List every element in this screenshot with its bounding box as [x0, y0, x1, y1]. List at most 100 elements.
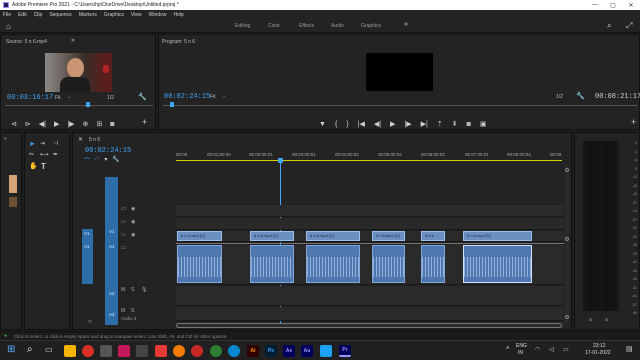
firefox-icon[interactable] — [173, 345, 185, 357]
audio-clip[interactable] — [177, 245, 222, 283]
time-ruler[interactable]: 00:00 00:01:00:00 00:02:00:01 00:03:00:0… — [176, 149, 564, 163]
source-playhead[interactable] — [86, 102, 90, 107]
eye-icon[interactable]: ◉ — [131, 232, 135, 238]
wrench-icon[interactable]: 🔧 — [138, 93, 147, 101]
lift-icon[interactable]: ⇡ — [437, 120, 443, 128]
add-marker-icon[interactable]: ▾ — [104, 156, 107, 164]
video-clip-selected[interactable]: 5 n 6.mp4 [V] — [463, 231, 532, 241]
comparison-view-icon[interactable]: ▣ — [480, 120, 487, 128]
close-button[interactable]: ✕ — [622, 0, 640, 10]
type-tool-icon[interactable]: T — [41, 162, 46, 171]
menu-sequence[interactable]: Sequence — [49, 12, 72, 18]
video-clip[interactable]: 5 n 6.mp4 [V] — [250, 231, 294, 241]
wrench-icon[interactable]: 🔧 — [112, 156, 119, 164]
audio-track-name[interactable]: Audio 3 — [121, 316, 136, 321]
video-clip[interactable]: 5 n 6.mp4 [V] — [372, 231, 405, 241]
timeline-zoom-bar[interactable] — [176, 323, 562, 328]
step-forward-icon[interactable]: |▶ — [67, 120, 74, 128]
workspace-editing[interactable]: Editing — [235, 23, 250, 29]
wrench-icon[interactable]: 🔧 — [576, 92, 585, 100]
linked-selection-icon[interactable]: ∩ — [95, 156, 99, 164]
keyboard-language-bottom[interactable]: IN — [518, 350, 523, 356]
chevron-up-icon[interactable]: ˄ — [506, 346, 510, 352]
track-a3[interactable] — [176, 307, 564, 321]
timeline-timecode[interactable]: 00:02:24:15 — [85, 147, 131, 155]
minimize-button[interactable]: — — [586, 0, 604, 10]
add-button-icon[interactable]: + — [631, 117, 636, 127]
snap-icon[interactable]: ⌒ — [84, 156, 90, 165]
extract-icon[interactable]: ⇞ — [452, 120, 458, 128]
timeline-horizontal-scrollbar[interactable] — [176, 323, 564, 328]
program-fit-select[interactable]: Fit — [210, 94, 216, 100]
clock-date[interactable]: 17-01-2022 — [585, 350, 611, 356]
zoom-handle-icon[interactable]: ○ — [88, 319, 92, 325]
app-icon[interactable] — [210, 345, 222, 357]
edge-icon[interactable] — [228, 345, 240, 357]
app-icon[interactable] — [155, 345, 167, 357]
scroll-handle-mid[interactable] — [565, 237, 569, 241]
razor-tool-icon[interactable]: ✂ — [29, 151, 34, 158]
keyboard-language-top[interactable]: ENG — [516, 343, 527, 349]
mark-in-icon[interactable]: ⊲ — [11, 120, 17, 128]
video-clip[interactable]: 5 n 6.mp4 [V] — [177, 231, 222, 241]
menu-help[interactable]: Help — [173, 12, 183, 18]
menu-window[interactable]: Window — [149, 12, 167, 18]
opera-icon[interactable] — [191, 345, 203, 357]
app-icon[interactable] — [136, 345, 148, 357]
source-fit-select[interactable]: Fit — [55, 95, 61, 101]
menu-edit[interactable]: Edit — [18, 12, 27, 18]
premiere-pro-icon[interactable]: Pr — [339, 345, 351, 357]
source-tab-overflow-icon[interactable]: » — [71, 37, 75, 44]
camera-icon[interactable]: ◙ — [467, 121, 471, 128]
play-icon[interactable]: ▶ — [54, 120, 59, 128]
mute-button[interactable]: M — [121, 308, 125, 314]
mark-in-icon[interactable]: { — [335, 121, 337, 128]
timeline-sequence-tab[interactable]: 5 n 6 — [89, 137, 100, 143]
track-target-a3[interactable]: A3 — [109, 312, 115, 317]
app-icon[interactable] — [320, 345, 332, 357]
ripple-edit-tool-icon[interactable]: ⊣ — [53, 140, 58, 147]
workspace-effects[interactable]: Effects — [299, 23, 314, 29]
source-patch-v1[interactable]: V1 — [84, 231, 90, 236]
program-scrub-bar[interactable] — [163, 105, 637, 106]
source-resolution-select[interactable]: 1/2 — [107, 95, 114, 101]
step-back-icon[interactable]: ◀| — [374, 120, 381, 128]
project-item-thumbnail[interactable] — [9, 175, 17, 193]
insert-icon[interactable]: ⊕ — [83, 120, 89, 128]
close-tab-icon[interactable]: ✕ — [78, 136, 83, 143]
track-target-a1[interactable]: A1 — [109, 244, 115, 249]
mark-out-icon[interactable]: } — [346, 121, 348, 128]
fullscreen-icon[interactable]: ⤢ — [626, 21, 632, 31]
slip-tool-icon[interactable]: ⟷ — [40, 151, 49, 158]
audio-clip[interactable] — [372, 245, 405, 283]
home-icon[interactable]: ⌂ — [6, 22, 11, 31]
audio-clip[interactable] — [306, 245, 360, 283]
selection-tool-icon[interactable]: ➤ — [29, 140, 35, 148]
scroll-handle-bottom[interactable] — [565, 315, 569, 319]
app-icon[interactable] — [118, 345, 130, 357]
track-select-tool-icon[interactable]: ⇥ — [40, 140, 45, 147]
source-video-frame[interactable] — [45, 53, 112, 92]
track-target-a2[interactable]: A2 — [109, 291, 115, 296]
search-icon[interactable]: ⌕ — [27, 344, 33, 355]
workspaces-overflow-button[interactable]: » — [404, 21, 408, 28]
lock-icon[interactable]: ▭ — [121, 232, 126, 238]
mic-icon[interactable]: 🎙 — [141, 287, 147, 293]
source-monitor-tab[interactable]: Source: 5 n 6.mp4 — [6, 39, 47, 45]
hand-tool-icon[interactable]: ✋ — [29, 162, 38, 170]
project-item-thumbnail-2[interactable] — [9, 197, 17, 207]
marker-icon[interactable]: ▼ — [319, 121, 326, 128]
app-icon[interactable] — [100, 345, 112, 357]
program-playhead[interactable] — [170, 102, 174, 107]
track-v3[interactable] — [176, 205, 564, 217]
audio-clip[interactable] — [421, 245, 445, 283]
speaker-icon[interactable]: ◁ — [549, 346, 554, 353]
solo-right-button[interactable]: S — [605, 317, 608, 322]
audio-clip-selected[interactable] — [463, 245, 532, 283]
after-effects-icon[interactable]: Ae — [283, 345, 295, 357]
clock-time[interactable]: 23:12 — [593, 343, 606, 349]
illustrator-icon[interactable]: Ai — [247, 345, 259, 357]
solo-left-button[interactable]: S — [589, 317, 592, 322]
play-icon[interactable]: ▶ — [390, 120, 395, 128]
program-resolution-select[interactable]: 1/2 — [556, 94, 563, 100]
